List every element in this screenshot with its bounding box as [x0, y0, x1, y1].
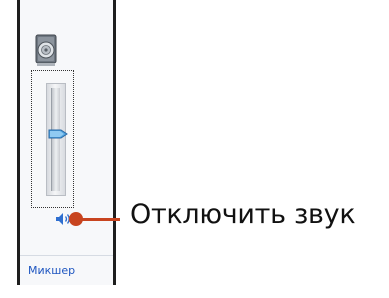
- callout-line: [82, 218, 120, 221]
- mixer-link[interactable]: Микшер: [28, 264, 106, 277]
- volume-slider-thumb[interactable]: [48, 124, 68, 139]
- mute-callout-label: Отключить звук: [130, 199, 356, 230]
- speaker-device-icon[interactable]: [29, 32, 63, 68]
- callout-dot: [69, 212, 83, 226]
- volume-slider-track[interactable]: [51, 88, 60, 191]
- footer-divider: [20, 255, 113, 256]
